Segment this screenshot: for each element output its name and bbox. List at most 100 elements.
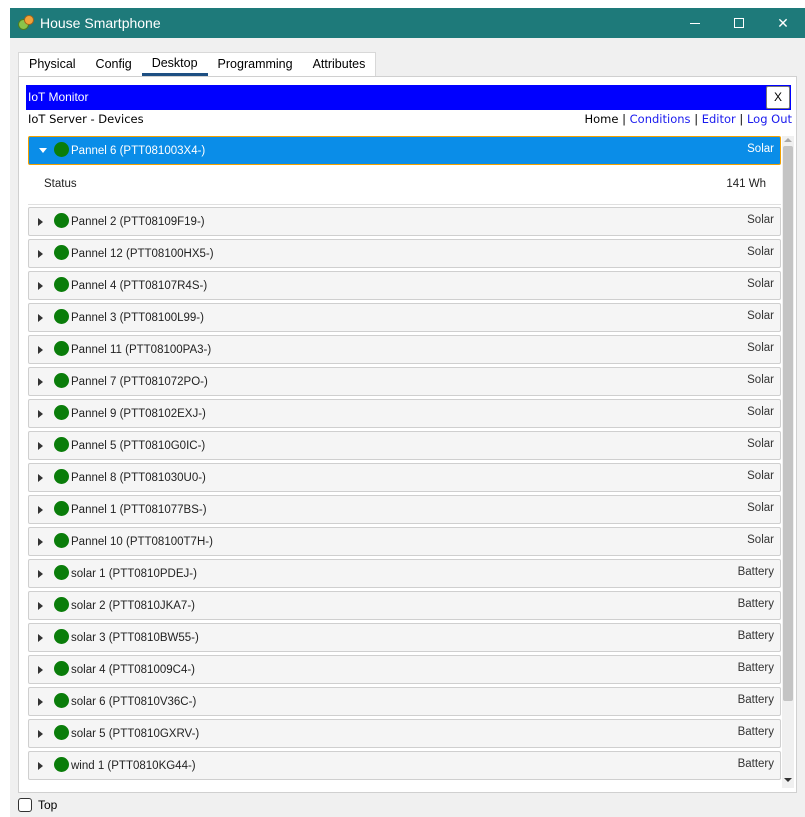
device-row[interactable]: Pannel 2 (PTT08109F19-) Solar [28, 207, 781, 236]
scroll-thumb[interactable] [783, 146, 793, 701]
device-row[interactable]: wind 1 (PTT0810KG44-) Battery [28, 751, 781, 780]
caret-right-icon[interactable] [38, 314, 43, 322]
device-type: Battery [737, 726, 774, 738]
device-row[interactable]: Pannel 9 (PTT08102EXJ-) Solar [28, 399, 781, 428]
caret-down-icon[interactable] [39, 148, 47, 153]
status-dot-icon [54, 661, 69, 676]
tab-attributes[interactable]: Attributes [303, 53, 376, 76]
device-row[interactable]: Pannel 1 (PTT081077BS-) Solar [28, 495, 781, 524]
device-row[interactable]: Pannel 11 (PTT08100PA3-) Solar [28, 335, 781, 364]
minimize-icon [690, 22, 700, 24]
minimize-button[interactable] [673, 8, 717, 38]
device-type: Solar [747, 534, 774, 546]
title-bar: House Smartphone ✕ [10, 8, 805, 38]
device-type: Solar [747, 310, 774, 322]
device-row[interactable]: solar 2 (PTT0810JKA7-) Battery [28, 591, 781, 620]
device-name: Pannel 7 (PTT081072PO-) [71, 376, 208, 388]
caret-right-icon[interactable] [38, 442, 43, 450]
status-dot-icon [54, 277, 69, 292]
device-name: Pannel 4 (PTT08107R4S-) [71, 280, 208, 292]
device-row[interactable]: Pannel 7 (PTT081072PO-) Solar [28, 367, 781, 396]
device-type: Battery [737, 694, 774, 706]
device-type: Battery [737, 662, 774, 674]
device-type: Solar [747, 278, 774, 290]
device-type: Solar [747, 143, 774, 155]
device-row[interactable]: Pannel 3 (PTT08100L99-) Solar [28, 303, 781, 332]
caret-right-icon[interactable] [38, 506, 43, 514]
nav-links: Home | Conditions | Editor | Log Out [585, 112, 793, 126]
caret-right-icon[interactable] [38, 634, 43, 642]
nav-home[interactable]: Home [585, 112, 619, 126]
device-name: solar 6 (PTT0810V36C-) [71, 696, 197, 708]
device-type: Battery [737, 566, 774, 578]
caret-right-icon[interactable] [38, 762, 43, 770]
caret-right-icon[interactable] [38, 698, 43, 706]
device-row[interactable]: Pannel 12 (PTT08100HX5-) Solar [28, 239, 781, 268]
device-type: Solar [747, 246, 774, 258]
device-name: solar 2 (PTT0810JKA7-) [71, 600, 195, 612]
close-window-button[interactable]: ✕ [761, 8, 805, 38]
device-row[interactable]: solar 1 (PTT0810PDEJ-) Battery [28, 559, 781, 588]
device-row[interactable]: solar 4 (PTT081009C4-) Battery [28, 655, 781, 684]
tab-programming[interactable]: Programming [208, 53, 303, 76]
device-row[interactable]: Pannel 5 (PTT0810G0IC-) Solar [28, 431, 781, 460]
status-dot-icon [54, 405, 69, 420]
nav-logout-link[interactable]: Log Out [747, 112, 792, 126]
device-type: Battery [737, 598, 774, 610]
caret-right-icon[interactable] [38, 250, 43, 258]
device-name: Pannel 12 (PTT08100HX5-) [71, 248, 214, 260]
caret-right-icon[interactable] [38, 730, 43, 738]
device-type: Solar [747, 214, 774, 226]
tab-physical[interactable]: Physical [19, 53, 86, 76]
tab-config[interactable]: Config [86, 53, 142, 76]
device-list: Pannel 6 (PTT081003X4-) Solar Status 141 Wh… [28, 136, 781, 788]
device-row[interactable]: solar 5 (PTT0810GXRV-) Battery [28, 719, 781, 748]
caret-right-icon[interactable] [38, 570, 43, 578]
nav-editor-link[interactable]: Editor [702, 112, 736, 126]
device-name: Pannel 6 (PTT081003X4-) [71, 145, 206, 157]
status-dot-icon [54, 629, 69, 644]
device-row[interactable]: solar 3 (PTT0810BW55-) Battery [28, 623, 781, 652]
status-dot-icon [54, 693, 69, 708]
subheader: IoT Server - Devices Home | Conditions |… [28, 112, 792, 128]
status-dot-icon [54, 597, 69, 612]
device-name: Pannel 1 (PTT081077BS-) [71, 504, 207, 516]
desktop-panel: IoT Monitor X IoT Server - Devices Home … [18, 76, 797, 793]
checkbox-box[interactable] [18, 798, 32, 812]
device-row[interactable]: Pannel 8 (PTT081030U0-) Solar [28, 463, 781, 492]
scrollbar[interactable] [782, 136, 794, 788]
top-checkbox-label: Top [38, 798, 58, 812]
device-type: Solar [747, 342, 774, 354]
caret-right-icon[interactable] [38, 378, 43, 386]
device-type: Solar [747, 438, 774, 450]
device-row[interactable]: Pannel 6 (PTT081003X4-) Solar [28, 136, 781, 165]
scroll-down-arrow-icon[interactable] [784, 778, 792, 782]
caret-right-icon[interactable] [38, 410, 43, 418]
close-button[interactable]: X [766, 86, 790, 109]
scroll-up-arrow-icon[interactable] [784, 138, 792, 142]
caret-right-icon[interactable] [38, 602, 43, 610]
caret-right-icon[interactable] [38, 218, 43, 226]
status-dot-icon [54, 533, 69, 548]
caret-right-icon[interactable] [38, 346, 43, 354]
device-row[interactable]: Pannel 4 (PTT08107R4S-) Solar [28, 271, 781, 300]
device-name: Pannel 9 (PTT08102EXJ-) [71, 408, 206, 420]
status-dot-icon [54, 142, 69, 157]
device-row[interactable]: Pannel 10 (PTT08100T7H-) Solar [28, 527, 781, 556]
caret-right-icon[interactable] [38, 474, 43, 482]
device-status-row: Status 141 Wh [28, 165, 781, 205]
device-row[interactable]: solar 6 (PTT0810V36C-) Battery [28, 687, 781, 716]
tab-desktop[interactable]: Desktop [141, 53, 208, 76]
top-checkbox[interactable]: Top [18, 798, 57, 812]
nav-conditions-link[interactable]: Conditions [630, 112, 691, 126]
device-name: Pannel 5 (PTT0810G0IC-) [71, 440, 206, 452]
maximize-button[interactable] [717, 8, 761, 38]
caret-right-icon[interactable] [38, 666, 43, 674]
caret-right-icon[interactable] [38, 282, 43, 290]
nav-separator: | [622, 112, 626, 126]
device-type: Solar [747, 502, 774, 514]
caret-right-icon[interactable] [38, 538, 43, 546]
device-name: Pannel 11 (PTT08100PA3-) [71, 344, 212, 356]
device-name: Pannel 10 (PTT08100T7H-) [71, 536, 213, 548]
status-value: 141 Wh [726, 178, 766, 190]
